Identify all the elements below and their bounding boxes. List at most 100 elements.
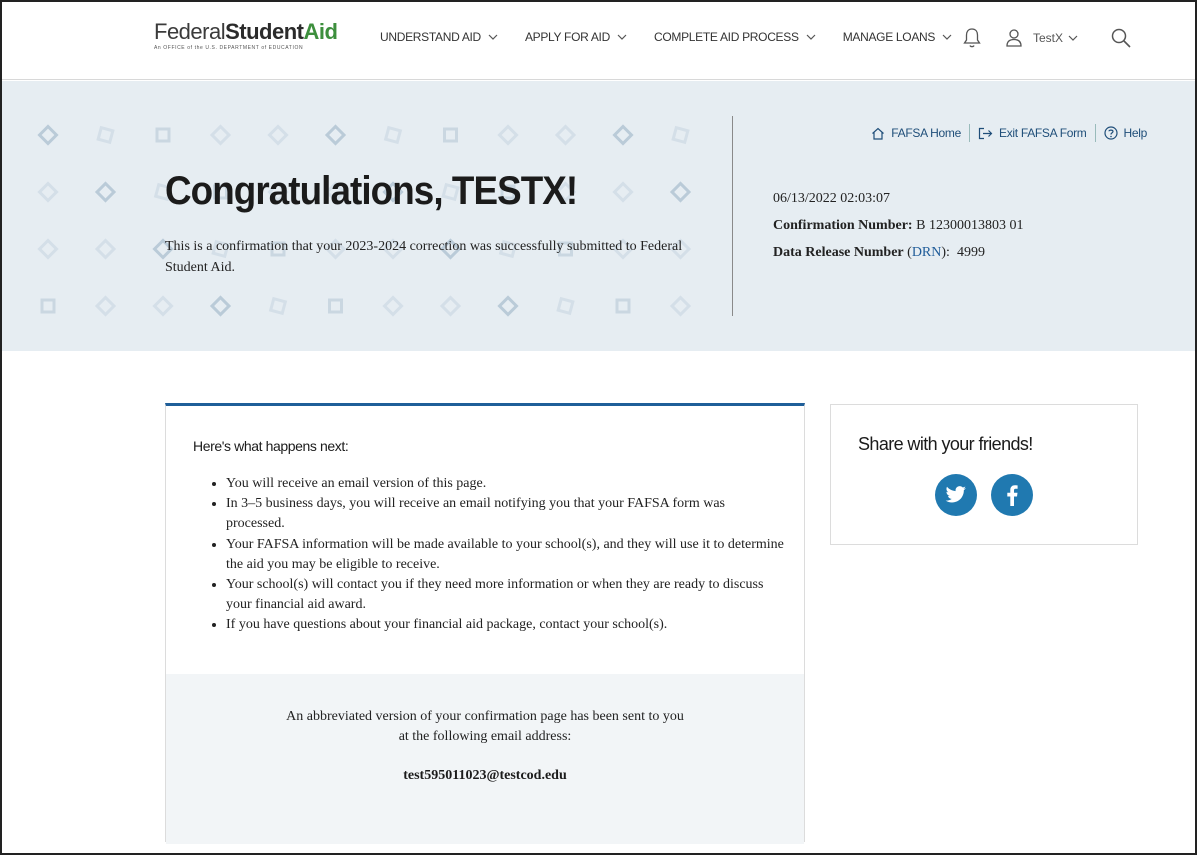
facebook-icon (1007, 485, 1018, 506)
site-header: FederalStudentAid An OFFICE of the U.S. … (2, 2, 1195, 80)
main-nav: UNDERSTAND AID APPLY FOR AID COMPLETE AI… (380, 30, 979, 44)
help-link[interactable]: Help (1103, 126, 1148, 140)
pattern-shape (612, 181, 634, 203)
nav-apply-for-aid[interactable]: APPLY FOR AID (525, 30, 628, 44)
user-name: TestX (1033, 31, 1064, 45)
nav-label: APPLY FOR AID (524, 30, 610, 44)
fafsa-utility-links: FAFSA Home Exit FAFSA Form Help (871, 124, 1147, 142)
pattern-shape (497, 124, 519, 146)
search-icon[interactable] (1110, 27, 1132, 49)
chevron-down-icon (942, 34, 952, 40)
chevron-down-icon (806, 34, 816, 40)
pattern-shape (382, 295, 404, 317)
pattern-shape (37, 124, 59, 146)
email-note: An abbreviated version of your confirmat… (166, 707, 804, 747)
list-item: If you have questions about your financi… (226, 615, 786, 635)
share-card: Share with your friends! (830, 404, 1138, 545)
chevron-down-icon (1068, 35, 1078, 41)
pattern-shape (37, 181, 59, 203)
pattern-shape (155, 127, 171, 143)
pattern-shape (328, 298, 343, 314)
pattern-shape (96, 125, 115, 145)
pattern-shape (268, 296, 288, 316)
pattern-shape (324, 124, 347, 146)
nav-manage-loans[interactable]: MANAGE LOANS (843, 30, 953, 44)
confirmation-number-value: B 12300013803 01 (916, 218, 1024, 233)
nav-complete-aid-process[interactable]: COMPLETE AID PROCESS (654, 30, 817, 44)
link-divider (968, 124, 970, 142)
confirmation-number-row: Confirmation Number: B 12300013803 01 (773, 212, 1023, 239)
exit-icon (978, 127, 993, 139)
drn-value: 4999 (956, 245, 985, 260)
email-confirmation-panel: An abbreviated version of your confirmat… (166, 674, 804, 844)
link-divider (1094, 124, 1096, 142)
page-frame: FederalStudentAid An OFFICE of the U.S. … (0, 0, 1197, 855)
logo-wordmark: FederalStudentAid (154, 19, 338, 44)
pattern-shape (383, 125, 403, 145)
pattern-shape (556, 296, 575, 316)
next-steps-heading: Here's what happens next: (193, 438, 349, 454)
federal-student-aid-logo[interactable]: FederalStudentAid An OFFICE of the U.S. … (154, 19, 338, 52)
drn-label: Data Release Number (773, 245, 904, 260)
nav-label: MANAGE LOANS (842, 30, 936, 44)
pattern-shape (209, 124, 232, 146)
next-steps-list: You will receive an email version of thi… (226, 474, 786, 636)
nav-label: UNDERSTAND AID (380, 30, 481, 44)
email-note-line-2: at the following email address: (398, 729, 572, 744)
pattern-shape (94, 238, 117, 260)
logo-word-aid: Aid (303, 19, 338, 44)
pattern-shape (612, 124, 634, 146)
pattern-shape (267, 124, 289, 146)
home-icon (872, 127, 885, 140)
list-item: You will receive an email version of thi… (226, 474, 786, 494)
pattern-shape (94, 295, 117, 317)
chevron-down-icon (617, 34, 627, 40)
pattern-shape (443, 127, 458, 143)
user-icon (1006, 29, 1022, 47)
drn-row: Data Release Number (DRN): 4999 (773, 245, 985, 260)
user-menu[interactable]: TestX (1005, 28, 1079, 48)
pattern-shape (671, 125, 690, 145)
pattern-shape (669, 295, 692, 317)
pattern-shape (94, 181, 117, 203)
nav-understand-aid[interactable]: UNDERSTAND AID (380, 30, 499, 44)
logo-word-federal: Federal (154, 19, 226, 44)
email-address: test595011023@testcod.edu (403, 768, 567, 783)
page-title: Congratulations, TESTX! (165, 169, 578, 213)
twitter-share-button[interactable] (935, 474, 977, 516)
pattern-shape (152, 295, 174, 317)
list-item: Your FAFSA information will be made avai… (226, 535, 786, 575)
confirmation-message: This is a confirmation that your 2023-20… (165, 239, 683, 275)
pattern-shape (40, 298, 56, 314)
list-item: In 3–5 business days, you will receive a… (226, 494, 786, 534)
confirmation-number-label: Confirmation Number: (773, 218, 913, 233)
drn-abbreviation-link[interactable]: DRN (912, 245, 942, 260)
facebook-share-button[interactable] (991, 474, 1033, 516)
help-icon (1103, 126, 1118, 140)
fafsa-home-label: FAFSA Home (891, 126, 961, 140)
logo-word-student: Student (225, 19, 304, 44)
next-steps-card: Here's what happens next: You will recei… (165, 403, 805, 844)
pattern-shape (615, 298, 631, 314)
twitter-icon (945, 486, 966, 503)
hero-divider (732, 116, 733, 316)
pattern-shape (554, 124, 577, 146)
list-item: Your school(s) will contact you if they … (226, 575, 786, 615)
exit-fafsa-link[interactable]: Exit FAFSA Form (978, 126, 1087, 140)
chevron-down-icon (488, 34, 498, 40)
nav-label: COMPLETE AID PROCESS (653, 30, 799, 44)
share-title: Share with your friends! (858, 434, 1033, 454)
help-label: Help (1123, 126, 1148, 140)
pattern-shape (669, 181, 692, 203)
pattern-shape (439, 295, 462, 317)
pattern-shape (37, 238, 59, 260)
submission-timestamp: 06/13/2022 02:03:07 (773, 191, 891, 206)
pattern-shape (497, 295, 519, 317)
pattern-shape (209, 295, 232, 317)
logo-subtitle: An OFFICE of the U.S. DEPARTMENT of EDUC… (154, 45, 304, 51)
fafsa-home-link[interactable]: FAFSA Home (871, 126, 961, 140)
decorative-pattern (37, 124, 692, 317)
notification-bell-icon[interactable] (962, 27, 982, 49)
email-note-line-1: An abbreviated version of your confirmat… (286, 709, 684, 724)
exit-fafsa-label: Exit FAFSA Form (998, 126, 1087, 140)
